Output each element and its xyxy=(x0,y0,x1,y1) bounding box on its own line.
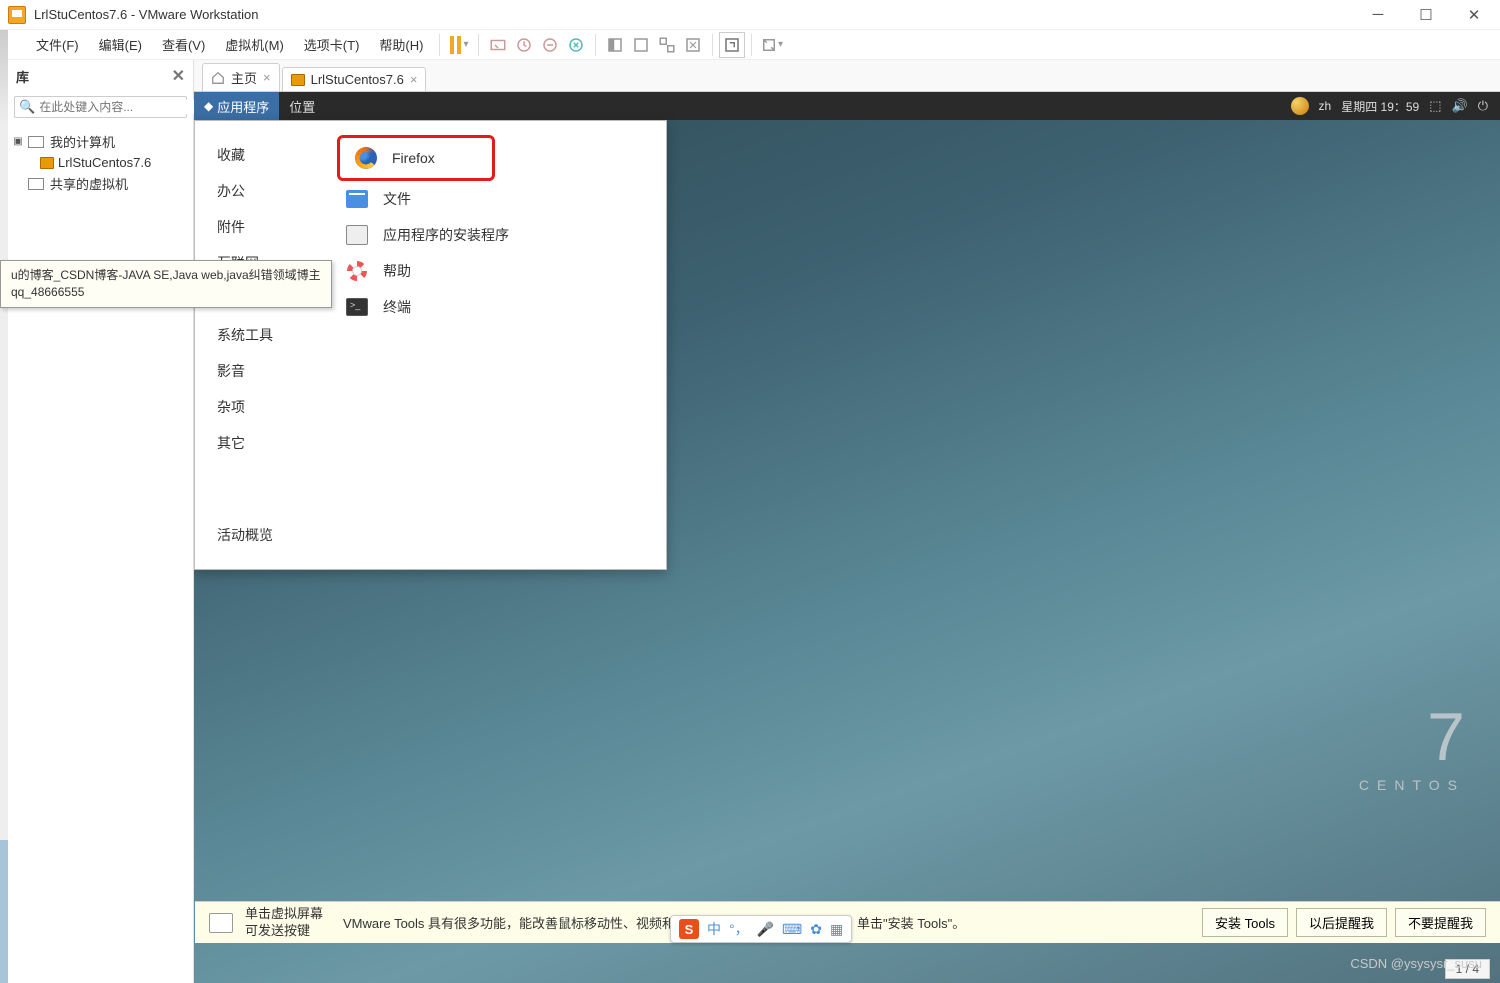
close-library-icon[interactable]: ✕ xyxy=(172,66,185,86)
firefox-icon xyxy=(355,147,377,169)
layout-split-icon[interactable] xyxy=(628,32,654,58)
search-input[interactable] xyxy=(39,100,194,114)
volume-icon[interactable]: 🔊 xyxy=(1452,98,1468,114)
menu-view[interactable]: 查看(V) xyxy=(152,30,215,59)
app-files[interactable]: 文件 xyxy=(337,181,654,217)
cat-sundry[interactable]: 杂项 xyxy=(217,389,325,425)
ime-keyboard-icon[interactable]: ⌨ xyxy=(782,921,802,938)
menu-tabs[interactable]: 选项卡(T) xyxy=(294,30,370,59)
snapshot-icon[interactable] xyxy=(511,32,537,58)
suspend-button[interactable]: ▾ xyxy=(446,32,472,58)
firefox-highlight: Firefox xyxy=(337,135,495,181)
input-lang[interactable]: zh xyxy=(1319,99,1332,113)
library-sidebar: 库 ✕ 🔍 ▾ ▣ 我的计算机 LrlStuCentos7.6 xyxy=(8,60,194,983)
library-header: 库 xyxy=(16,67,29,86)
menu-file[interactable]: 文件(F) xyxy=(26,30,89,59)
vm-tab-icon xyxy=(291,74,305,86)
user-badge-icon[interactable] xyxy=(1291,97,1309,115)
close-tab-icon[interactable]: × xyxy=(410,72,418,87)
minimize-button[interactable]: ─ xyxy=(1368,5,1388,25)
maximize-button[interactable]: ☐ xyxy=(1416,5,1436,25)
computer-icon xyxy=(28,136,44,148)
help-icon xyxy=(347,261,367,281)
layout-quick-icon[interactable] xyxy=(680,32,706,58)
screen-icon xyxy=(209,913,233,933)
network-icon[interactable]: ⬚ xyxy=(1429,98,1441,114)
app-help[interactable]: 帮助 xyxy=(337,253,654,289)
centos-branding: 7 CENTOS xyxy=(1359,703,1465,793)
window-titlebar: LrlStuCentos7.6 - VMware Workstation ─ ☐… xyxy=(0,0,1500,30)
fullscreen-icon[interactable] xyxy=(719,32,745,58)
window-title: LrlStuCentos7.6 - VMware Workstation xyxy=(34,7,1368,22)
cat-other[interactable]: 其它 xyxy=(217,425,325,461)
library-search[interactable]: 🔍 ▾ xyxy=(14,96,187,118)
menu-vm[interactable]: 虚拟机(M) xyxy=(215,30,294,59)
clock[interactable]: 星期四 19：59 xyxy=(1341,98,1419,115)
tree-vm-item[interactable]: LrlStuCentos7.6 xyxy=(40,153,189,172)
vm-icon xyxy=(40,157,54,169)
close-button[interactable]: ✕ xyxy=(1464,5,1484,25)
activities-overview[interactable]: 活动概览 xyxy=(217,517,325,557)
sogou-icon: S xyxy=(679,919,699,939)
layout-single-icon[interactable] xyxy=(602,32,628,58)
ime-punct-icon[interactable]: °， xyxy=(729,919,749,939)
send-ctrl-alt-del-icon[interactable] xyxy=(485,32,511,58)
shared-icon xyxy=(28,178,44,190)
stretch-icon[interactable]: ▾ xyxy=(758,32,784,58)
power-icon[interactable]: ⏻ xyxy=(1478,98,1488,114)
click-hint: 单击虚拟屏幕可发送按键 xyxy=(245,906,323,940)
tree-my-computer[interactable]: ▣ 我的计算机 xyxy=(12,130,189,153)
app-terminal[interactable]: 终端 xyxy=(337,289,654,325)
terminal-icon xyxy=(346,298,368,316)
host-menubar: 文件(F) 编辑(E) 查看(V) 虚拟机(M) 选项卡(T) 帮助(H) ▾ … xyxy=(8,30,1500,60)
app-firefox[interactable]: Firefox xyxy=(346,140,486,176)
home-icon xyxy=(211,71,225,85)
applications-panel: 收藏 办公 附件 互联网 文档 系统工具 影音 杂项 其它 活动概览 xyxy=(194,120,667,570)
files-icon xyxy=(346,190,368,208)
cat-sound-video[interactable]: 影音 xyxy=(217,353,325,389)
tree-shared-vms[interactable]: 共享的虚拟机 xyxy=(12,172,189,195)
guest-desktop[interactable]: ◆ 应用程序 位置 zh 星期四 19：59 ⬚ 🔊 ⏻ xyxy=(194,92,1500,983)
ime-skin-icon[interactable]: ✿ xyxy=(810,921,822,938)
tab-bar: 主页 × LrlStuCentos7.6 × xyxy=(194,60,1500,92)
cat-favorites[interactable]: 收藏 xyxy=(217,137,325,173)
tab-vm[interactable]: LrlStuCentos7.6 × xyxy=(282,67,427,91)
install-tools-button[interactable]: 安装 Tools xyxy=(1202,908,1288,937)
tools-message: VMware Tools 具有很多功能，能改善鼠标移动性、视频和性能。请登录客户… xyxy=(343,913,965,932)
vmware-icon xyxy=(8,6,26,24)
gnome-logo-icon: ◆ xyxy=(204,99,213,113)
ime-toolbar[interactable]: S 中 °， 🎤 ⌨ ✿ ▦ xyxy=(670,915,852,943)
cat-system-tools[interactable]: 系统工具 xyxy=(217,317,325,353)
snapshot-manager-icon[interactable] xyxy=(537,32,563,58)
remind-later-button[interactable]: 以后提醒我 xyxy=(1296,908,1387,937)
ime-voice-icon[interactable]: 🎤 xyxy=(757,921,774,938)
places-menu[interactable]: 位置 xyxy=(279,92,325,120)
cat-accessories[interactable]: 附件 xyxy=(217,209,325,245)
revert-icon[interactable] xyxy=(563,32,589,58)
close-tab-icon[interactable]: × xyxy=(263,70,271,85)
watermark: CSDN @ysysysr_susu xyxy=(1350,956,1482,971)
menu-edit[interactable]: 编辑(E) xyxy=(89,30,152,59)
installer-icon xyxy=(346,225,368,245)
ime-toolbox-icon[interactable]: ▦ xyxy=(830,921,843,938)
tab-home[interactable]: 主页 × xyxy=(202,63,280,91)
browser-tooltip: u的博客_CSDN博客-JAVA SE,Java web,java纠错领域博主 … xyxy=(0,260,332,308)
app-installer[interactable]: 应用程序的安装程序 xyxy=(337,217,654,253)
menu-help[interactable]: 帮助(H) xyxy=(369,30,433,59)
never-remind-button[interactable]: 不要提醒我 xyxy=(1395,908,1486,937)
search-icon: 🔍 xyxy=(19,99,35,115)
layout-thumbnail-icon[interactable] xyxy=(654,32,680,58)
ime-mode[interactable]: 中 xyxy=(707,919,721,939)
gnome-top-bar: ◆ 应用程序 位置 zh 星期四 19：59 ⬚ 🔊 ⏻ xyxy=(194,92,1500,120)
cat-office[interactable]: 办公 xyxy=(217,173,325,209)
